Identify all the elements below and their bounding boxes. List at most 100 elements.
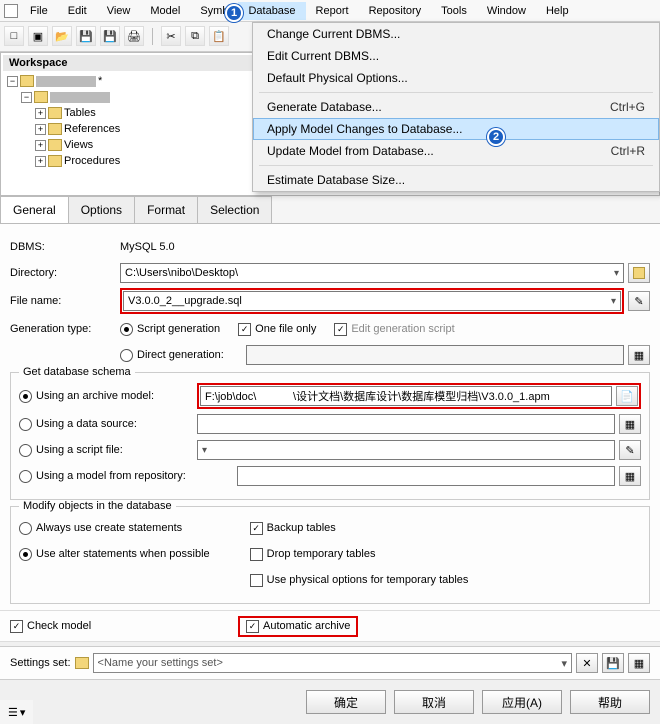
tree-node-tables[interactable]: Tables (64, 107, 96, 119)
toolbar-cut-icon[interactable]: ✂ (161, 26, 181, 46)
settings-delete-button[interactable]: ✕ (576, 653, 598, 673)
check-physical-temp[interactable] (250, 574, 263, 587)
menu-repository[interactable]: Repository (359, 2, 432, 20)
radio-data-source[interactable] (19, 418, 32, 431)
settings-more-button[interactable]: ▦ (628, 653, 650, 673)
toolbar-print-icon[interactable]: 🖨 (124, 26, 144, 46)
tree-node-views[interactable]: Views (64, 139, 93, 151)
help-button[interactable]: 帮助 (570, 690, 650, 714)
filename-label: File name: (10, 295, 120, 307)
settings-bar: Settings set: <Name your settings set> ✕… (0, 646, 660, 679)
apply-button[interactable]: 应用(A) (482, 690, 562, 714)
cancel-button[interactable]: 取消 (394, 690, 474, 714)
menu-edit[interactable]: Edit (58, 2, 97, 20)
settings-label: Settings set: (10, 657, 71, 669)
menu-file[interactable]: File (20, 2, 58, 20)
toolbar-paste-icon[interactable]: 📋 (209, 26, 229, 46)
check-auto-archive[interactable] (246, 620, 259, 633)
check-model[interactable] (10, 620, 23, 633)
expander-icon[interactable]: + (35, 156, 46, 167)
tab-general[interactable]: General (0, 196, 69, 223)
direct-gen-button[interactable]: ▦ (628, 345, 650, 365)
menu-edit-dbms[interactable]: Edit Current DBMS... (253, 45, 659, 67)
menu-view[interactable]: View (97, 2, 141, 20)
tab-options[interactable]: Options (68, 196, 135, 223)
directory-input[interactable]: C:\Users\nibo\Desktop\ (120, 263, 624, 283)
menu-database[interactable]: Database (238, 2, 305, 20)
settings-folder-icon[interactable] (75, 657, 89, 669)
check-backup[interactable] (250, 522, 263, 535)
tab-format[interactable]: Format (134, 196, 198, 223)
radio-archive-model[interactable] (19, 390, 32, 403)
tab-selection[interactable]: Selection (197, 196, 272, 223)
gentype-label: Generation type: (10, 323, 120, 335)
masked-node (50, 92, 110, 103)
menu-tools[interactable]: Tools (431, 2, 477, 20)
toolbar-btn-1[interactable]: □ (4, 26, 24, 46)
expander-icon[interactable]: + (35, 108, 46, 119)
toolbar-open-icon[interactable]: 📂 (52, 26, 72, 46)
menu-model[interactable]: Model (140, 2, 190, 20)
radio-script-generation[interactable] (120, 323, 133, 336)
folder-icon (48, 123, 62, 135)
menu-estimate-size[interactable]: Estimate Database Size... (253, 169, 659, 191)
radio-use-alter[interactable] (19, 548, 32, 561)
filename-edit-button[interactable]: ✎ (628, 291, 650, 311)
repo-model-input[interactable] (237, 466, 615, 486)
general-panel: DBMS: MySQL 5.0 Directory: C:\Users\nibo… (0, 224, 660, 642)
toolbar-saveall-icon[interactable]: 💾 (100, 26, 120, 46)
dropdown-arrow-icon[interactable]: ▾ (20, 706, 26, 719)
menu-update-model[interactable]: Update Model from Database...Ctrl+R (253, 140, 659, 162)
script-file-button[interactable]: ✎ (619, 440, 641, 460)
menu-apply-changes[interactable]: Apply Model Changes to Database... (253, 118, 659, 140)
check-one-file[interactable] (238, 323, 251, 336)
folder-icon (20, 75, 34, 87)
callout-1: 1 (225, 4, 243, 22)
tree-node-procedures[interactable]: Procedures (64, 155, 120, 167)
filename-input[interactable]: V3.0.0_2__upgrade.sql (123, 291, 621, 311)
radio-direct-generation[interactable] (120, 349, 133, 362)
bottom-left-toolbar: ☰ ▾ (0, 700, 33, 724)
radio-repo-model[interactable] (19, 470, 32, 483)
folder-icon (48, 107, 62, 119)
expander-icon[interactable]: + (35, 140, 46, 151)
direct-gen-input (246, 345, 624, 365)
check-drop-temp[interactable] (250, 548, 263, 561)
tree-node-references[interactable]: References (64, 123, 120, 135)
script-file-input[interactable] (197, 440, 615, 460)
toolbar-copy-icon[interactable]: ⧉ (185, 26, 205, 46)
dbms-value: MySQL 5.0 (120, 241, 175, 253)
directory-label: Directory: (10, 267, 120, 279)
callout-2: 2 (487, 128, 505, 146)
expander-icon[interactable]: − (21, 92, 32, 103)
settings-save-button[interactable]: 💾 (602, 653, 624, 673)
directory-browse-button[interactable] (628, 263, 650, 283)
repo-model-button[interactable]: ▦ (619, 466, 641, 486)
ok-button[interactable]: 确定 (306, 690, 386, 714)
menu-change-dbms[interactable]: Change Current DBMS... (253, 23, 659, 45)
menu-report[interactable]: Report (306, 2, 359, 20)
expander-icon[interactable]: + (35, 124, 46, 135)
archive-browse-button[interactable]: 📄 (616, 386, 638, 406)
folder-icon (48, 139, 62, 151)
menu-generate-db[interactable]: Generate Database...Ctrl+G (253, 96, 659, 118)
radio-always-create[interactable] (19, 522, 32, 535)
archive-path-input[interactable]: F:\job\doc\ \设计文档\数据库设计\数据库模型归档\V3.0.0_1… (200, 386, 612, 406)
settings-combo[interactable]: <Name your settings set> (93, 653, 572, 673)
data-source-button[interactable]: ▦ (619, 414, 641, 434)
menu-help[interactable]: Help (536, 2, 579, 20)
group-schema: Using an archive model: F:\job\doc\ \设计文… (10, 372, 650, 500)
radio-script-file[interactable] (19, 444, 32, 457)
menu-window[interactable]: Window (477, 2, 536, 20)
masked-node (36, 76, 96, 87)
expander-icon[interactable]: − (7, 76, 18, 87)
data-source-input[interactable] (197, 414, 615, 434)
folder-icon (48, 155, 62, 167)
toolbar-btn-2[interactable]: ▣ (28, 26, 48, 46)
align-icon[interactable]: ☰ (8, 706, 18, 719)
app-icon (4, 4, 18, 18)
toolbar-save-icon[interactable]: 💾 (76, 26, 96, 46)
dialog-buttons: 确定 取消 应用(A) 帮助 (0, 679, 660, 724)
dbms-label: DBMS: (10, 241, 120, 253)
menu-default-phys[interactable]: Default Physical Options... (253, 67, 659, 89)
